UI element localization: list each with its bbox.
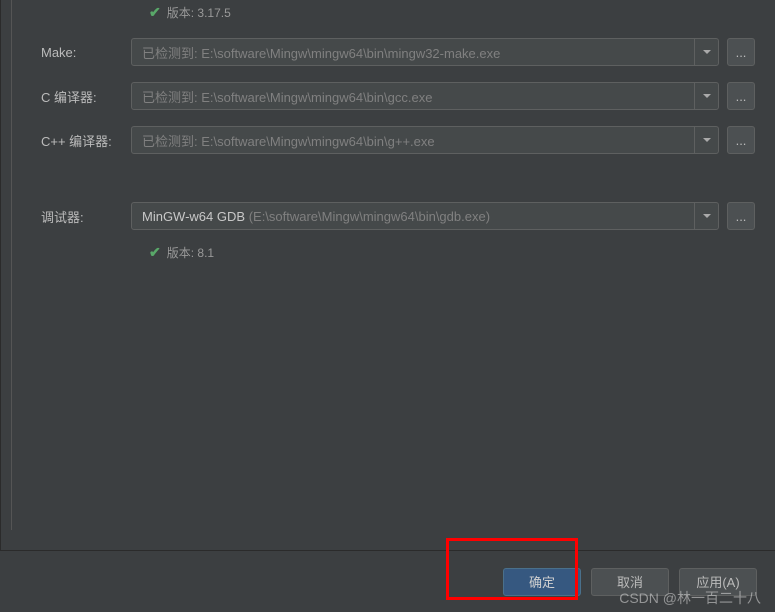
c-compiler-row: C 编译器: 已检测到: E:\software\Mingw\mingw64\b… — [1, 74, 775, 118]
c-compiler-browse-button[interactable]: ... — [727, 82, 755, 110]
c-compiler-value: 已检测到: E:\software\Mingw\mingw64\bin\gcc.… — [132, 87, 694, 106]
make-value: 已检测到: E:\software\Mingw\mingw64\bin\ming… — [132, 43, 694, 62]
debugger-version-row: ✔ 版本: 8.1 — [149, 242, 775, 262]
make-row: Make: 已检测到: E:\software\Mingw\mingw64\bi… — [1, 30, 775, 74]
dialog-button-bar: 确定 取消 应用(A) — [0, 550, 775, 612]
c-compiler-label: C 编译器: — [1, 87, 131, 106]
cmake-version-text: 版本: 3.17.5 — [167, 4, 231, 21]
ok-button[interactable]: 确定 — [503, 568, 581, 596]
cpp-compiler-combo[interactable]: 已检测到: E:\software\Mingw\mingw64\bin\g++.… — [131, 126, 719, 154]
dropdown-arrow-icon[interactable] — [694, 83, 718, 109]
cancel-button[interactable]: 取消 — [591, 568, 669, 596]
divider-line — [11, 0, 12, 530]
make-combo[interactable]: 已检测到: E:\software\Mingw\mingw64\bin\ming… — [131, 38, 719, 66]
dropdown-arrow-icon[interactable] — [694, 203, 718, 229]
apply-button[interactable]: 应用(A) — [679, 568, 757, 596]
debugger-combo[interactable]: MinGW-w64 GDB (E:\software\Mingw\mingw64… — [131, 202, 719, 230]
debugger-label: 调试器: — [1, 207, 131, 226]
settings-panel: ✔ 版本: 3.17.5 Make: 已检测到: E:\software\Min… — [0, 0, 775, 612]
cpp-compiler-browse-button[interactable]: ... — [727, 126, 755, 154]
debugger-row: 调试器: MinGW-w64 GDB (E:\software\Mingw\mi… — [1, 194, 775, 238]
debugger-path: (E:\software\Mingw\mingw64\bin\gdb.exe) — [249, 209, 490, 224]
debugger-version-text: 版本: 8.1 — [167, 244, 214, 261]
cpp-compiler-value: 已检测到: E:\software\Mingw\mingw64\bin\g++.… — [132, 131, 694, 150]
cpp-compiler-label: C++ 编译器: — [1, 131, 131, 150]
cpp-compiler-row: C++ 编译器: 已检测到: E:\software\Mingw\mingw64… — [1, 118, 775, 162]
make-label: Make: — [1, 45, 131, 60]
dropdown-arrow-icon[interactable] — [694, 39, 718, 65]
make-browse-button[interactable]: ... — [727, 38, 755, 66]
debugger-value: MinGW-w64 GDB (E:\software\Mingw\mingw64… — [132, 209, 694, 224]
cmake-version-row: ✔ 版本: 3.17.5 — [149, 2, 775, 22]
debugger-name: MinGW-w64 GDB — [142, 209, 245, 224]
check-icon: ✔ — [149, 244, 161, 261]
c-compiler-combo[interactable]: 已检测到: E:\software\Mingw\mingw64\bin\gcc.… — [131, 82, 719, 110]
debugger-browse-button[interactable]: ... — [727, 202, 755, 230]
check-icon: ✔ — [149, 4, 161, 21]
dropdown-arrow-icon[interactable] — [694, 127, 718, 153]
